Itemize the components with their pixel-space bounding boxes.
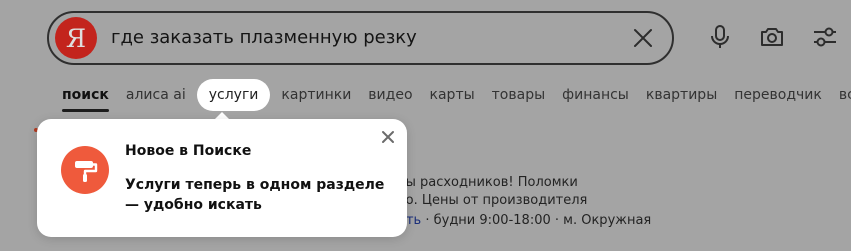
tab-alice-ai[interactable]: алиса ai <box>126 85 186 105</box>
close-icon[interactable] <box>632 27 654 49</box>
tab-finance[interactable]: финансы <box>562 85 629 105</box>
popup-title: Новое в Поиске <box>125 143 252 159</box>
popup-text: Услуги теперь в одном разделе — удобно и… <box>125 177 385 213</box>
search-tabs: поиск алиса ai услуги картинки видео кар… <box>62 79 851 112</box>
filter-sliders-icon[interactable] <box>811 23 839 51</box>
tab-all[interactable]: все <box>839 85 851 105</box>
search-input[interactable]: где заказать плазменную резку <box>111 27 417 48</box>
search-box[interactable]: Я где заказать плазменную резку <box>47 11 674 65</box>
microphone-icon[interactable] <box>706 23 734 51</box>
result-hours: · будни 9:00-18:00 <box>425 213 551 228</box>
tab-video[interactable]: видео <box>368 85 412 105</box>
tab-services[interactable]: услуги <box>196 79 271 111</box>
close-icon[interactable] <box>381 130 395 144</box>
tab-images[interactable]: картинки <box>281 85 351 105</box>
camera-search-icon[interactable] <box>758 23 786 51</box>
tab-translator[interactable]: переводчик <box>734 85 822 105</box>
yandex-logo[interactable]: Я <box>55 17 97 59</box>
tab-maps[interactable]: карты <box>430 85 475 105</box>
tab-products[interactable]: товары <box>492 85 546 105</box>
result-snippet-line: во. Цены от производителя <box>398 193 588 208</box>
result-snippet-line: ты расходников! Поломки <box>398 175 578 190</box>
result-meta-line: ать · будни 9:00-18:00 · м. Окружная <box>398 213 651 228</box>
new-feature-popup: Новое в Поиске Услуги теперь в одном раз… <box>37 119 407 237</box>
result-address: · м. Окружная <box>554 213 652 228</box>
paint-roller-icon <box>61 146 109 194</box>
tab-search[interactable]: поиск <box>62 85 109 112</box>
tab-apartments[interactable]: квартиры <box>646 85 717 105</box>
logo-letter: Я <box>65 23 87 53</box>
